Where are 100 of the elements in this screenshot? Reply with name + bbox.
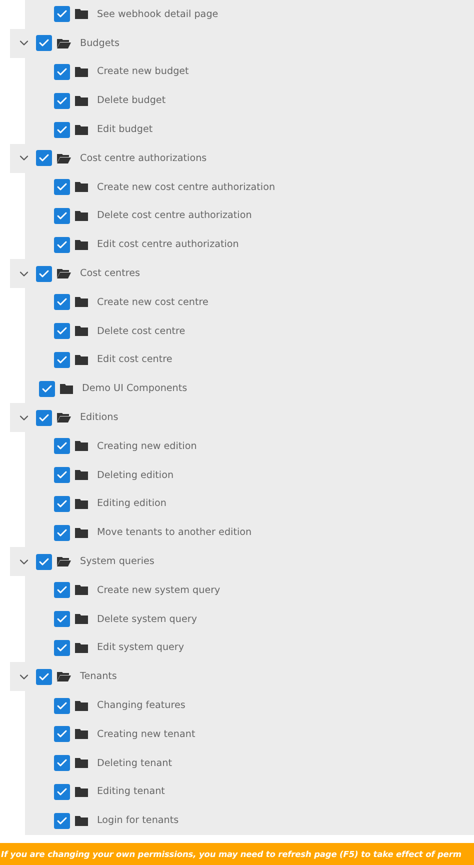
check-icon [56,526,68,539]
permission-label: See webhook detail page [97,8,218,20]
checkbox[interactable] [54,352,70,368]
folder-icon [75,326,88,336]
checkbox[interactable] [54,294,70,310]
folder-icon [75,758,88,768]
folder-icon [75,729,88,740]
folder-icon [75,210,88,221]
check-icon [56,94,68,107]
checkbox[interactable] [36,410,52,426]
permission-label: Delete cost centre [97,326,186,337]
checkbox[interactable] [54,323,70,340]
folder-icon [75,240,88,250]
check-icon [56,814,68,827]
check-icon [56,498,68,510]
checkbox[interactable] [36,668,52,685]
open-folder-icon [57,152,71,164]
permission-label: Deleting edition [97,470,174,481]
check-icon [38,412,50,424]
permission-label: Creating new edition [97,440,197,452]
folder-icon [75,96,88,106]
permission-label: Create new system query [97,584,220,596]
permission-label: Edit system query [97,642,184,654]
permission-group-label: Budgets [80,38,120,49]
check-icon [56,354,68,366]
checkbox[interactable] [36,150,52,166]
permission-label: Edit cost centre authorization [97,239,239,250]
open-folder-icon [57,268,71,280]
checkbox[interactable] [54,92,70,109]
check-icon [56,210,68,222]
checkbox[interactable] [36,266,52,282]
check-icon [41,382,53,395]
folder-icon [60,384,73,394]
checkbox[interactable] [54,122,70,138]
checkbox[interactable] [54,208,70,224]
folder-icon [75,9,88,20]
check-icon [38,556,50,568]
checkbox[interactable] [54,179,70,196]
checkbox[interactable] [54,496,70,512]
permission-label: Login for tenants [97,815,179,826]
checkbox[interactable] [54,524,70,541]
permission-label: Editing edition [97,498,166,510]
check-icon [56,700,68,712]
permission-group-label: Demo UI Components [82,383,188,394]
checkbox[interactable] [54,236,70,253]
permission-group-label: Editions [80,412,118,424]
check-icon [56,642,68,654]
permission-label: Deleting tenant [97,758,172,769]
permission-label: Creating new tenant [97,728,196,740]
permission-label: Delete cost centre authorization [97,210,252,222]
check-icon [56,66,68,78]
permission-label: Editing tenant [97,786,165,798]
checkbox[interactable] [39,380,55,397]
checkbox[interactable] [54,698,70,714]
folder-icon [75,182,88,192]
permission-label: Delete budget [97,95,166,106]
checkbox[interactable] [54,640,70,656]
check-icon [56,238,68,251]
folder-icon [75,585,88,596]
checkbox[interactable] [54,784,70,800]
permission-label: Move tenants to another edition [97,527,252,538]
checkbox[interactable] [36,554,52,570]
checkbox[interactable] [54,611,70,628]
checkbox[interactable] [36,35,52,52]
checkbox[interactable] [54,6,70,22]
folder-icon [75,816,88,826]
permission-label: Create new cost centre [97,296,208,308]
permission-group-label: Cost centres [80,268,140,280]
open-folder-icon [57,671,71,682]
permission-label: Delete system query [97,614,197,625]
check-icon [38,670,50,683]
permission-label: Edit cost centre [97,354,172,366]
folder-icon [75,354,88,365]
checkbox[interactable] [54,726,70,742]
folder-icon [75,66,88,77]
checkbox[interactable] [54,438,70,454]
checkbox[interactable] [54,64,70,80]
check-icon [56,124,68,136]
permission-label: Create new budget [97,66,189,78]
folder-icon [75,642,88,653]
permission-label: Edit budget [97,124,153,136]
checkbox[interactable] [54,812,70,829]
folder-icon [75,124,88,135]
folder-icon [75,614,88,624]
folder-icon [75,498,88,509]
folder-icon [75,470,88,480]
folder-icon [75,528,88,538]
permission-label: Changing features [97,700,186,712]
warning-banner: If you are changing your own permissions, you may need to refresh page (F5) to take effect of perm [0,843,474,865]
folder-icon [75,297,88,308]
checkbox[interactable] [54,467,70,484]
open-folder-icon [57,412,71,424]
folder-icon [75,700,88,711]
checkbox[interactable] [54,582,70,598]
open-folder-icon [57,38,71,49]
folder-icon [75,441,88,452]
permission-group-label: Tenants [80,671,117,682]
permission-group-label: Cost centre authorizations [80,152,207,164]
checkbox[interactable] [54,755,70,772]
check-icon [56,786,68,798]
